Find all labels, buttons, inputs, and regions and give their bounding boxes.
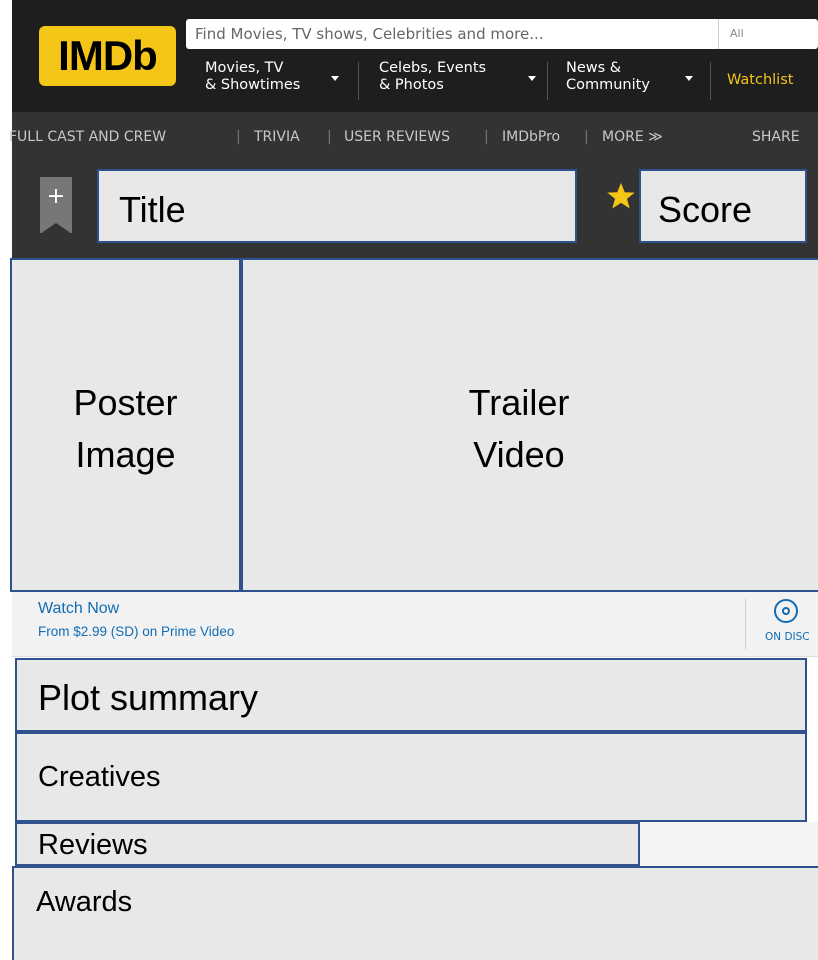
nav-celebs-events-photos[interactable]: Celebs, Events & Photos (379, 60, 539, 102)
nav-news-community[interactable]: News & Community (566, 60, 696, 102)
star-icon (607, 182, 635, 209)
nav-movies-tv-showtimes[interactable]: Movies, TV & Showtimes (205, 60, 345, 102)
top-header: IMDb All Movies, TV & Showtimes Celebs, … (12, 0, 818, 112)
subnav-divider: | (236, 129, 241, 145)
title-placeholder: Title (97, 169, 577, 243)
chevron-down-icon (685, 76, 693, 81)
poster-label: Poster Image (73, 382, 178, 475)
nav-divider (547, 62, 548, 100)
watch-now-link[interactable]: Watch Now (38, 600, 119, 618)
trailer-label: Trailer Video (468, 382, 570, 475)
nav-label-line1: News & (566, 60, 622, 76)
search-bar: All (186, 19, 818, 49)
creatives-placeholder: Creatives (15, 732, 807, 822)
watchlist-link[interactable]: Watchlist (727, 72, 793, 88)
subnav-imdbpro[interactable]: IMDbPro (502, 129, 560, 145)
add-to-watchlist-ribbon[interactable]: + (40, 177, 72, 234)
plus-icon: + (46, 184, 66, 209)
reviews-side-panel (640, 822, 818, 866)
poster-image-placeholder[interactable]: Poster Image (10, 258, 241, 592)
watch-now-offer[interactable]: From $2.99 (SD) on Prime Video (38, 624, 234, 639)
watch-now-divider (745, 599, 746, 649)
disc-icon[interactable] (774, 599, 798, 623)
chevron-down-icon (331, 76, 339, 81)
reviews-placeholder: Reviews (15, 822, 640, 866)
search-input[interactable] (186, 19, 718, 49)
score-placeholder: Score (639, 169, 807, 243)
trailer-video-placeholder[interactable]: Trailer Video (241, 258, 818, 592)
subnav-trivia[interactable]: TRIVIA (254, 129, 300, 145)
subnav-user-reviews[interactable]: USER REVIEWS (344, 129, 450, 145)
nav-label-line1: Movies, TV (205, 60, 284, 76)
nav-label-line2: Community (566, 77, 650, 93)
subnav-more[interactable]: MORE ≫ (602, 129, 663, 145)
on-disc-link[interactable]: ON DISC (765, 631, 810, 643)
subnav-divider: | (327, 129, 332, 145)
subnav-divider: | (484, 129, 489, 145)
nav-label-line2: & Showtimes (205, 77, 301, 93)
nav-label-line2: & Photos (379, 77, 444, 93)
share-button[interactable]: SHARE (752, 129, 800, 145)
nav-divider (710, 62, 711, 100)
subnav-full-cast-and-crew[interactable]: FULL CAST AND CREW (9, 129, 166, 145)
watch-now-bar: Watch Now From $2.99 (SD) on Prime Video… (12, 592, 818, 657)
imdb-logo[interactable]: IMDb (39, 26, 176, 86)
subnav-divider: | (584, 129, 589, 145)
title-subnav: FULL CAST AND CREW | TRIVIA | USER REVIE… (9, 129, 818, 149)
chevron-down-icon (528, 76, 536, 81)
awards-placeholder: Awards (12, 866, 818, 960)
nav-divider (358, 62, 359, 100)
search-scope-dropdown[interactable]: All (718, 19, 818, 49)
nav-label-line1: Celebs, Events (379, 60, 487, 76)
plot-summary-placeholder: Plot summary (15, 658, 807, 732)
